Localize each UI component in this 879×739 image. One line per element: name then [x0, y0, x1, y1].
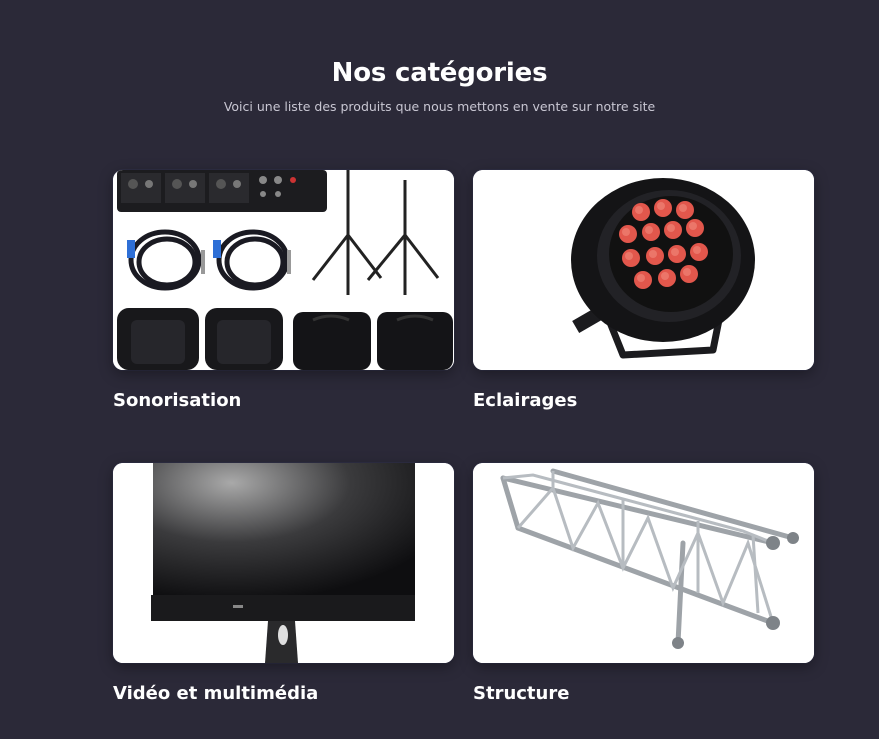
section-subtitle: Voici une liste des produits que nous me… — [223, 99, 656, 114]
category-label[interactable]: Vidéo et multimédia — [113, 683, 454, 704]
sound-system-image[interactable] — [113, 170, 454, 370]
section-title: Nos catégories — [331, 58, 548, 88]
category-label[interactable]: Eclairages — [473, 390, 814, 411]
sound-system-illustration — [113, 170, 454, 370]
monitor-illustration — [113, 463, 454, 663]
category-card-eclairages[interactable]: Eclairages — [473, 170, 814, 411]
category-card-structure[interactable]: Structure — [473, 463, 814, 704]
truss-image[interactable] — [473, 463, 814, 663]
category-card-sonorisation[interactable]: Sonorisation — [113, 170, 454, 411]
categories-section: Nos catégories Voici une liste des produ… — [0, 0, 879, 739]
category-label[interactable]: Structure — [473, 683, 814, 704]
category-label[interactable]: Sonorisation — [113, 390, 454, 411]
monitor-image[interactable] — [113, 463, 454, 663]
par-light-illustration — [473, 170, 814, 370]
truss-illustration — [473, 463, 814, 663]
par-light-image[interactable] — [473, 170, 814, 370]
category-card-video-multimedia[interactable]: Vidéo et multimédia — [113, 463, 454, 704]
